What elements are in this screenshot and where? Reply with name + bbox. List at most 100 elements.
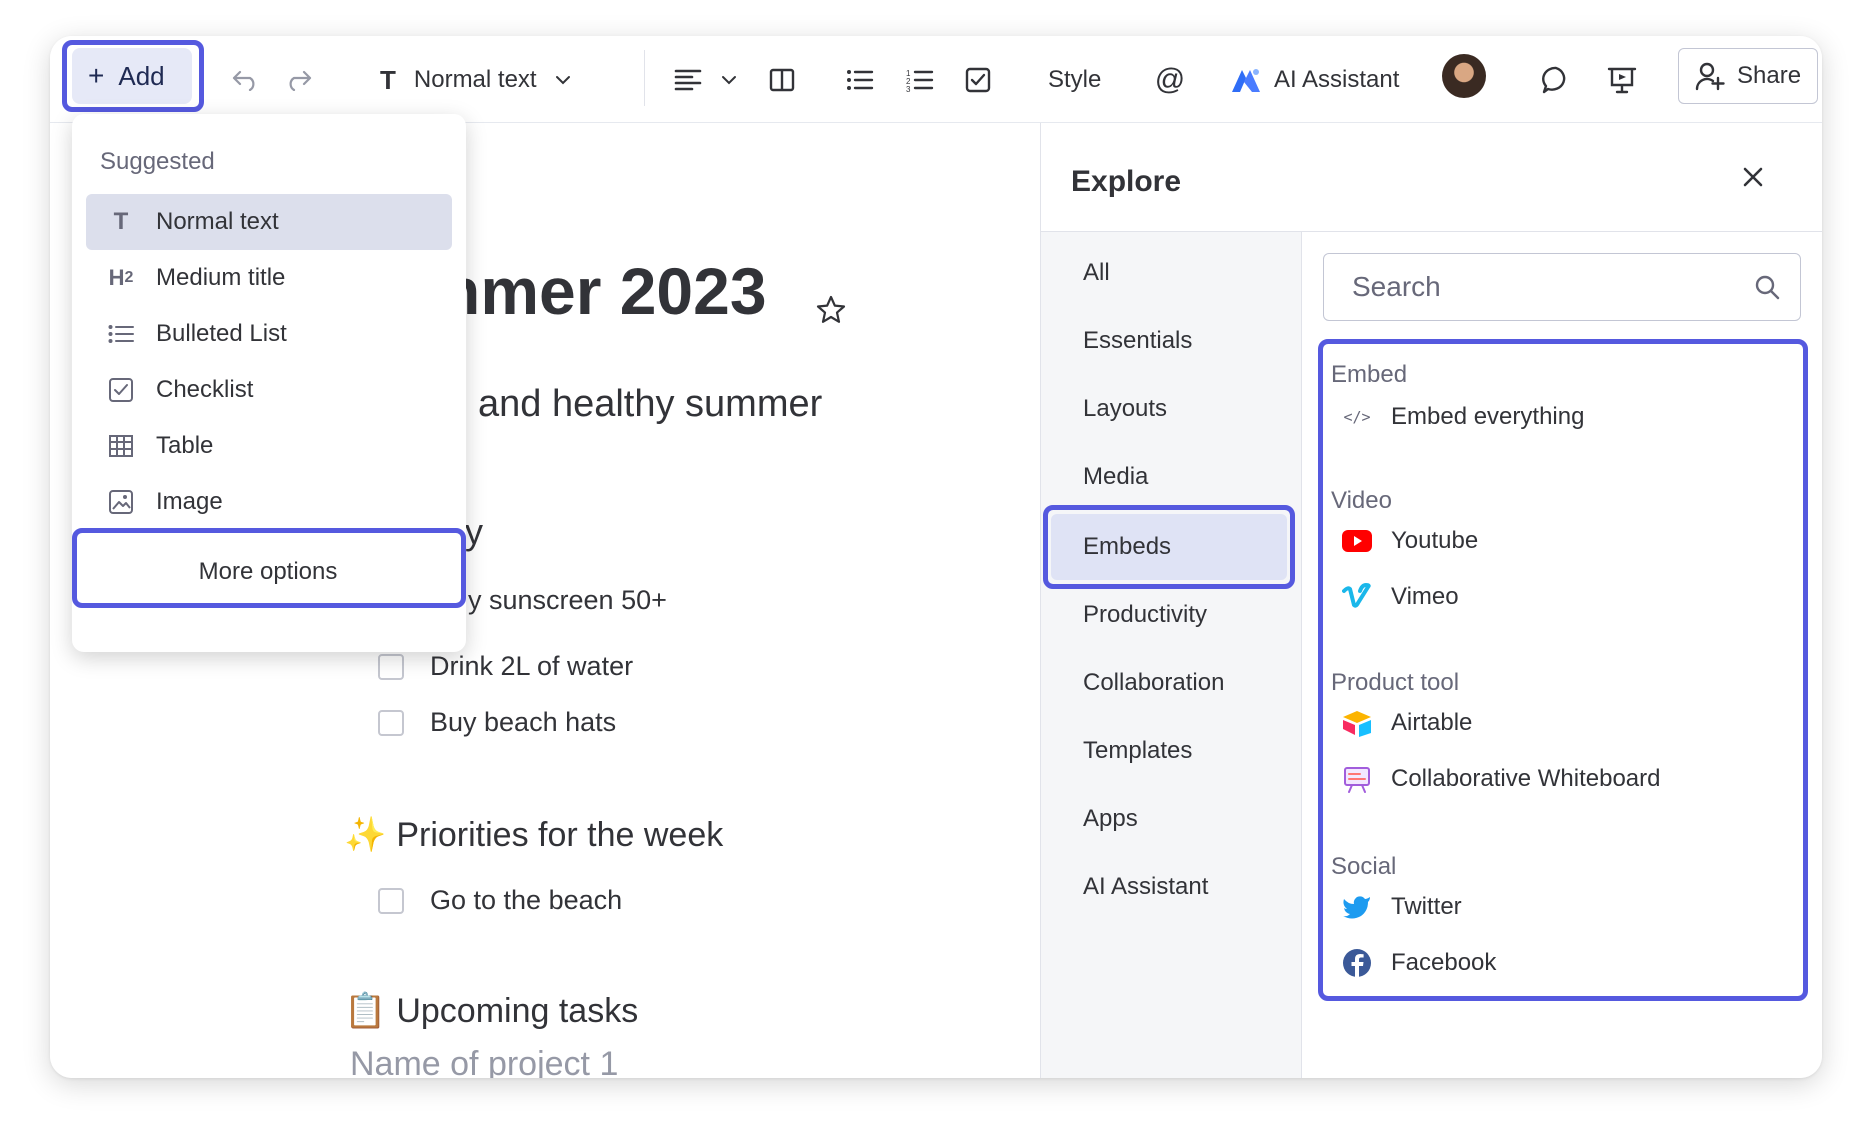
text-style-dropdown[interactable]: T Normal text xyxy=(380,58,571,102)
nav-item-media[interactable]: Media xyxy=(1047,444,1291,510)
add-button[interactable]: + Add xyxy=(72,48,192,104)
toolbar: + Add T Normal text 123 Style @ AI Assis… xyxy=(50,36,1822,123)
bulleted-list-icon[interactable] xyxy=(840,60,880,100)
group-label-embed: Embed xyxy=(1331,361,1408,388)
ai-assistant-button[interactable]: AI Assistant xyxy=(1230,58,1399,102)
menu-item-medium-title[interactable]: H2 Medium title xyxy=(86,250,452,306)
nav-item-templates[interactable]: Templates xyxy=(1047,718,1291,784)
image-icon xyxy=(104,489,138,515)
task-item: Drink 2L of water xyxy=(378,651,633,682)
embed-item-label: Youtube xyxy=(1391,527,1479,554)
vimeo-icon xyxy=(1341,581,1373,613)
menu-item-table[interactable]: Table xyxy=(86,418,452,474)
explore-panel: Explore All Essentials Layouts Media Emb… xyxy=(1040,123,1822,1078)
menu-item-checklist[interactable]: Checklist xyxy=(86,362,452,418)
menu-item-image[interactable]: Image xyxy=(86,474,452,530)
embed-item-label: Airtable xyxy=(1391,709,1473,736)
nav-item-all[interactable]: All xyxy=(1047,240,1291,306)
menu-item-bulleted-list[interactable]: Bulleted List xyxy=(86,306,452,362)
nav-item-productivity[interactable]: Productivity xyxy=(1047,582,1291,648)
group-label-video: Video xyxy=(1331,487,1392,514)
comment-icon[interactable] xyxy=(1534,58,1578,102)
facebook-icon xyxy=(1341,947,1373,979)
menu-item-label: Medium title xyxy=(156,264,286,291)
checklist-icon xyxy=(104,377,138,403)
svg-text:3: 3 xyxy=(906,85,911,92)
menu-item-label: Bulleted List xyxy=(156,320,287,347)
embed-item-facebook[interactable]: Facebook xyxy=(1341,947,1496,979)
add-person-icon xyxy=(1695,62,1725,91)
document-title[interactable]: nmer 2023 xyxy=(440,253,767,329)
avatar[interactable] xyxy=(1442,54,1486,98)
embed-item-youtube[interactable]: Youtube xyxy=(1341,525,1478,557)
embed-item-embed-everything[interactable]: </> Embed everything xyxy=(1341,401,1584,433)
embed-item-label: Vimeo xyxy=(1391,583,1459,610)
columns-icon[interactable] xyxy=(762,60,802,100)
section-title: Priorities for the week xyxy=(396,815,724,854)
embed-item-collaborative-whiteboard[interactable]: Collaborative Whiteboard xyxy=(1341,763,1660,795)
heading-2-icon: H2 xyxy=(108,265,134,290)
youtube-icon xyxy=(1341,525,1373,557)
embed-item-label: Embed everything xyxy=(1391,403,1585,430)
align-left-icon[interactable] xyxy=(668,60,708,100)
nav-item-layouts[interactable]: Layouts xyxy=(1047,376,1291,442)
airtable-icon xyxy=(1341,707,1373,739)
menu-item-normal-text[interactable]: T Normal text xyxy=(86,194,452,250)
share-label: Share xyxy=(1737,62,1802,89)
toolbar-divider xyxy=(644,50,645,106)
add-menu-heading: Suggested xyxy=(100,148,215,175)
explore-nav: All Essentials Layouts Media Embeds Prod… xyxy=(1041,232,1302,1078)
nav-item-collaboration[interactable]: Collaboration xyxy=(1047,650,1291,716)
task-checkbox[interactable] xyxy=(378,887,404,914)
star-icon[interactable] xyxy=(816,295,846,330)
text-type-icon: T xyxy=(380,64,396,95)
chevron-down-icon xyxy=(555,76,570,85)
style-button[interactable]: Style xyxy=(1048,60,1101,100)
more-options-button[interactable]: More options xyxy=(78,534,458,610)
project-name-placeholder[interactable]: Name of project 1 xyxy=(350,1045,618,1078)
sparkles-icon: ✨ xyxy=(344,816,387,854)
redo-icon[interactable] xyxy=(278,60,318,100)
mention-icon[interactable]: @ xyxy=(1148,58,1192,102)
table-icon xyxy=(104,434,138,458)
undo-icon[interactable] xyxy=(226,60,266,100)
close-icon[interactable] xyxy=(1741,165,1765,194)
text-style-label: Normal text xyxy=(413,66,537,93)
plus-icon: + xyxy=(88,60,105,91)
align-chevron-down-icon[interactable] xyxy=(714,60,744,100)
document-subtitle: and healthy summer xyxy=(478,383,823,425)
bulleted-list-icon xyxy=(104,324,138,344)
section-heading-upcoming: 📋 Upcoming tasks xyxy=(344,991,638,1031)
embed-item-twitter[interactable]: Twitter xyxy=(1341,891,1462,923)
whiteboard-icon xyxy=(1341,763,1373,795)
embed-item-label: Facebook xyxy=(1391,949,1497,976)
share-button[interactable]: Share xyxy=(1678,48,1818,104)
search-placeholder: Search xyxy=(1352,271,1441,302)
present-icon[interactable] xyxy=(1600,58,1644,102)
add-menu: Suggested T Normal text H2 Medium title … xyxy=(72,114,466,652)
embed-item-vimeo[interactable]: Vimeo xyxy=(1341,581,1459,613)
ai-assistant-icon xyxy=(1232,69,1260,92)
section-heading-fragment: y xyxy=(465,511,483,552)
nav-item-essentials[interactable]: Essentials xyxy=(1047,308,1291,374)
nav-item-embeds[interactable]: Embeds xyxy=(1051,514,1287,580)
task-checkbox[interactable] xyxy=(378,709,404,736)
task-label: Buy beach hats xyxy=(430,707,617,737)
task-label: Drink 2L of water xyxy=(430,651,634,681)
code-embed-icon: </> xyxy=(1343,408,1371,426)
checklist-icon[interactable] xyxy=(958,60,998,100)
numbered-list-icon[interactable]: 123 xyxy=(900,60,940,100)
nav-item-apps[interactable]: Apps xyxy=(1047,786,1291,852)
menu-item-label: Normal text xyxy=(156,208,279,235)
twitter-icon xyxy=(1341,891,1373,923)
task-item: Buy beach hats xyxy=(378,707,616,738)
embed-item-airtable[interactable]: Airtable xyxy=(1341,707,1472,739)
task-checkbox[interactable] xyxy=(378,653,404,680)
nav-item-ai-assistant[interactable]: AI Assistant xyxy=(1047,854,1291,920)
group-label-social: Social xyxy=(1331,853,1397,880)
menu-item-label: Checklist xyxy=(156,376,254,403)
task-item: Go to the beach xyxy=(378,885,622,916)
add-button-label: Add xyxy=(118,60,165,91)
explore-search-input[interactable]: Search xyxy=(1323,253,1801,321)
section-heading-priorities: ✨ Priorities for the week xyxy=(344,815,723,855)
